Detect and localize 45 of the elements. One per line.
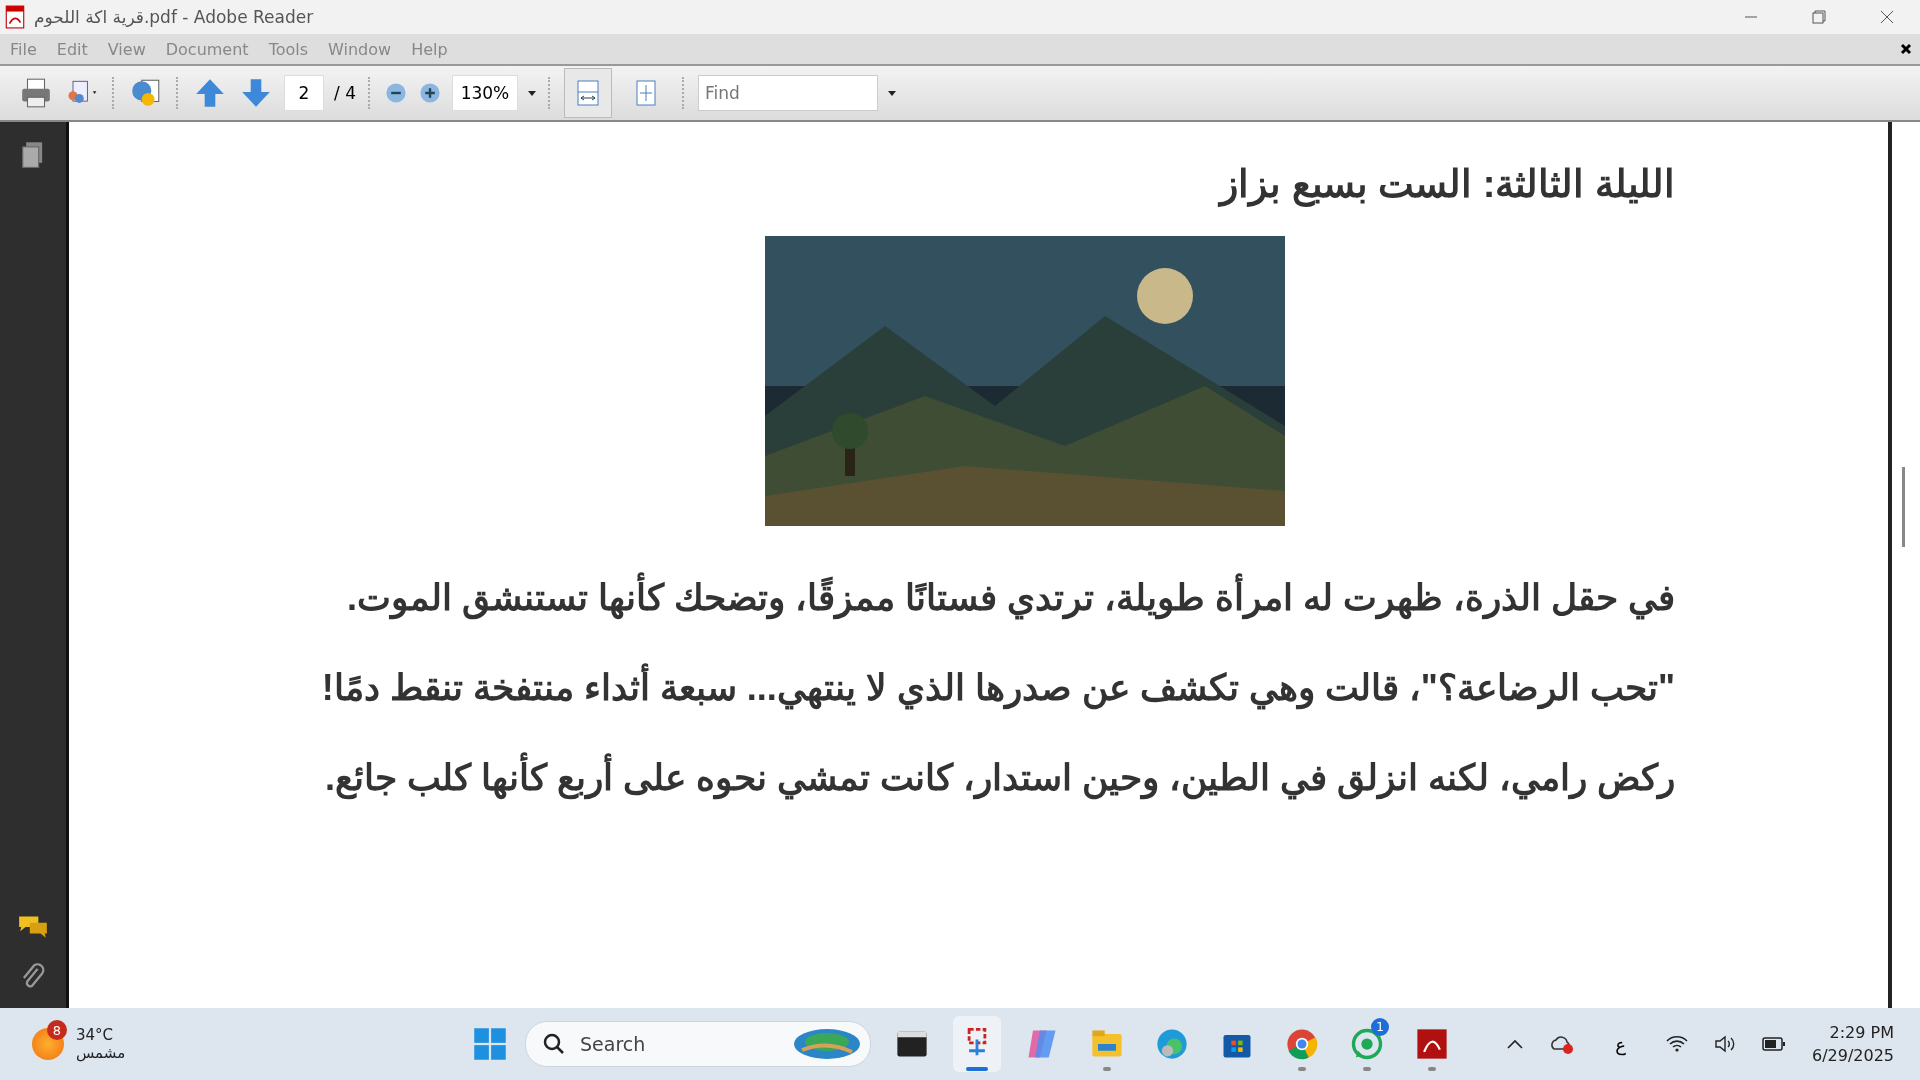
zoom-out-icon[interactable] — [383, 81, 408, 105]
zoom-in-icon[interactable] — [417, 81, 442, 105]
close-icon[interactable] — [1900, 43, 1912, 55]
notification-badge: 1 — [1371, 1018, 1389, 1036]
scrollbar-thumb[interactable] — [1902, 467, 1905, 547]
chevron-up-icon[interactable] — [1507, 1039, 1524, 1049]
find-field[interactable]: Find — [697, 75, 878, 111]
window-title: قرية اكة اللحوم.pdf - Adobe Reader — [34, 7, 314, 27]
paragraph: "تحب الرضاعة؟"، قالت وهي تكشف عن صدرها الذي لا ينتهي... سبعة أثداء منتفخة تنقط دمًا! — [285, 654, 1675, 722]
menu-item[interactable]: Help — [411, 39, 448, 59]
search-icon — [542, 1032, 566, 1056]
notification-badge: 8 — [47, 1020, 67, 1040]
dropdown-caret-icon[interactable] — [887, 90, 896, 96]
language-indicator[interactable]: ع — [1615, 1033, 1626, 1055]
wifi-icon[interactable] — [1665, 1035, 1688, 1053]
chrome-ball-icon — [1284, 1026, 1320, 1062]
close-icon[interactable] — [1880, 10, 1894, 24]
menu-item[interactable]: File — [10, 39, 37, 59]
cloud-error-icon[interactable] — [1549, 1034, 1576, 1054]
volume-icon[interactable] — [1713, 1035, 1736, 1053]
menu-item[interactable]: Tools — [268, 39, 309, 59]
menu-item[interactable]: Edit — [56, 39, 88, 59]
pdf-app-icon — [1414, 1026, 1450, 1062]
paragraph: ركض رامي، لكنه انزلق في الطين، وحين استدار، كانت تمشي نحوه على أربع كأنها كلب جائع. — [285, 744, 1675, 812]
clock-date[interactable]: 6/29/2025 — [1811, 1046, 1894, 1065]
globe-swirl-icon — [1154, 1026, 1190, 1062]
zoom-field[interactable]: 130% — [451, 75, 518, 111]
document-heading: الليلة الثالثة: الست بسبع بزاز — [285, 162, 1675, 206]
start-icon[interactable] — [472, 1026, 508, 1062]
taskbar-app-button[interactable]: 1 — [1343, 1016, 1391, 1072]
menu-item[interactable]: Window — [328, 39, 392, 59]
page-number-field[interactable]: 2 — [284, 75, 324, 111]
pdf-file-icon — [4, 5, 26, 29]
weather-condition: مشمس — [76, 1044, 126, 1062]
page-total: / 4 — [334, 83, 356, 103]
dropdown-caret-icon[interactable] — [527, 90, 536, 96]
paragraph: في حقل الذرة، ظهرت له امرأة طويلة، ترتدي فستانًا ممزقًا، وتضحك كأنها تستنشق الموت. — [285, 564, 1675, 632]
clock-time[interactable]: 2:29 PM — [1829, 1023, 1894, 1042]
menu-item[interactable]: Document — [165, 39, 249, 59]
temperature: 34°C — [76, 1026, 115, 1044]
menu-item[interactable]: View — [107, 39, 146, 59]
island-icon — [792, 1026, 862, 1062]
search-field[interactable]: Search — [525, 1021, 871, 1067]
restore-icon[interactable] — [1812, 10, 1826, 24]
battery-icon[interactable] — [1761, 1037, 1786, 1051]
